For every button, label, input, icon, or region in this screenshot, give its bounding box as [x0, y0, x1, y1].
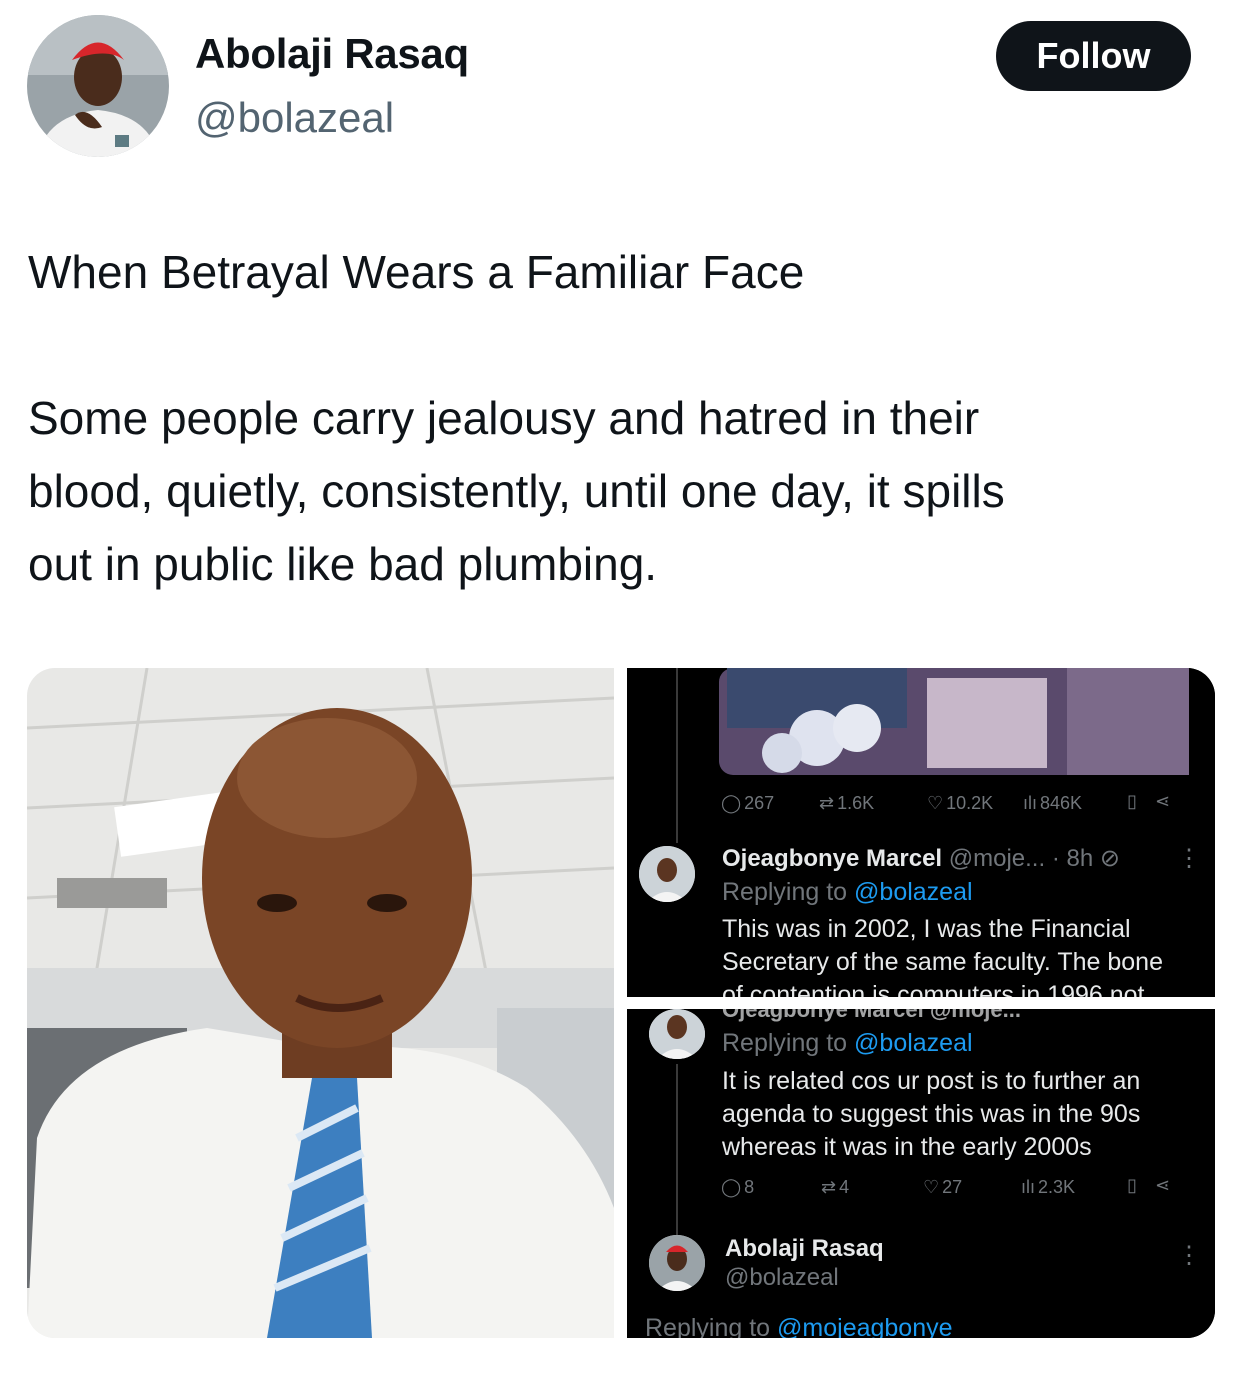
replying-to-handle[interactable]: @mojeagbonye: [777, 1314, 953, 1338]
author-reply-name[interactable]: Abolaji Rasaq: [725, 1235, 884, 1263]
like-count[interactable]: ♡ 10.2K: [927, 793, 993, 814]
tweet-body-line: Some people carry jealousy and hatred in…: [28, 392, 980, 444]
tweet-body-line: blood, quietly, consistently, until one …: [28, 465, 1005, 517]
reply-text-line: whereas it was in the early 2000s: [722, 1133, 1092, 1161]
reply-count[interactable]: ◯ 8: [721, 1177, 754, 1198]
bookmark-icon[interactable]: ▯: [1127, 791, 1137, 812]
more-icon[interactable]: ⋮: [1177, 844, 1201, 873]
replying-to-handle[interactable]: @bolazeal: [854, 1029, 973, 1057]
reply-screenshot-2[interactable]: Ojeagbonye Marcel @moje... Replying to @…: [627, 1009, 1215, 1338]
reply-avatar[interactable]: [639, 846, 695, 902]
repost-icon: ⇄: [819, 793, 835, 813]
tweet-title: When Betrayal Wears a Familiar Face: [28, 246, 805, 298]
view-count[interactable]: ılı 846K: [1023, 793, 1082, 814]
tweet-body-line: out in public like bad plumbing.: [28, 538, 658, 590]
reply-icon: ◯: [721, 1177, 742, 1197]
author-reply-avatar[interactable]: [649, 1235, 705, 1291]
reply-text-line: Secretary of the same faculty. The bone: [722, 948, 1163, 976]
replying-to: Replying to @mojeagbonye: [645, 1314, 953, 1338]
repost-count[interactable]: ⇄ 1.6K: [819, 793, 874, 814]
repost-icon: ⇄: [821, 1177, 837, 1197]
share-icon[interactable]: ⋖: [1155, 791, 1170, 812]
reply-author-handle[interactable]: @moje...: [949, 845, 1045, 872]
author-handle[interactable]: @bolazeal: [195, 94, 394, 142]
portrait-photo[interactable]: [27, 668, 615, 1338]
no-entry-icon: ⊘: [1099, 845, 1120, 872]
replying-to: Replying to @bolazeal: [722, 878, 973, 906]
media-grid: ◯ 267 ⇄ 1.6K ♡ 10.2K ılı 846K ▯ ⋖ Ojeagbonye…: [27, 668, 1215, 1338]
repost-count[interactable]: ⇄ 4: [821, 1177, 849, 1198]
reply-count[interactable]: ◯ 267: [721, 793, 774, 814]
reply-icon: ◯: [721, 793, 742, 813]
replying-to: Replying to @bolazeal: [722, 1029, 973, 1057]
more-icon[interactable]: ⋮: [1177, 1241, 1201, 1270]
author-reply-handle[interactable]: @bolazeal: [725, 1264, 839, 1292]
share-icon[interactable]: ⋖: [1155, 1175, 1170, 1196]
like-count[interactable]: ♡ 27: [923, 1177, 962, 1198]
reply-screenshot-1[interactable]: ◯ 267 ⇄ 1.6K ♡ 10.2K ılı 846K ▯ ⋖ Ojeagbonye…: [627, 668, 1215, 997]
view-count[interactable]: ılı 2.3K: [1021, 1177, 1075, 1198]
replying-to-handle[interactable]: @bolazeal: [854, 878, 973, 906]
heart-icon: ♡: [923, 1177, 940, 1197]
follow-button[interactable]: Follow: [996, 21, 1191, 91]
reply-avatar[interactable]: [649, 1009, 705, 1059]
reply-text-line: agenda to suggest this was in the 90s: [722, 1100, 1141, 1128]
cut-header: Ojeagbonye Marcel @moje...: [722, 1009, 1021, 1022]
views-icon: ılı: [1023, 793, 1038, 813]
reply-text-line: It is related cos ur post is to further …: [722, 1067, 1141, 1095]
author-name[interactable]: Abolaji Rasaq: [195, 30, 469, 78]
bookmark-icon[interactable]: ▯: [1127, 1175, 1137, 1196]
author-avatar[interactable]: [27, 15, 169, 157]
views-icon: ılı: [1021, 1177, 1036, 1197]
reply-text-line: of contention is computers in 1996 not: [722, 981, 1145, 997]
heart-icon: ♡: [927, 793, 944, 813]
reply-text-line: This was in 2002, I was the Financial: [722, 915, 1131, 943]
reply-author-name[interactable]: Ojeagbonye Marcel: [722, 845, 942, 872]
reply-time: · 8h: [1051, 845, 1094, 872]
